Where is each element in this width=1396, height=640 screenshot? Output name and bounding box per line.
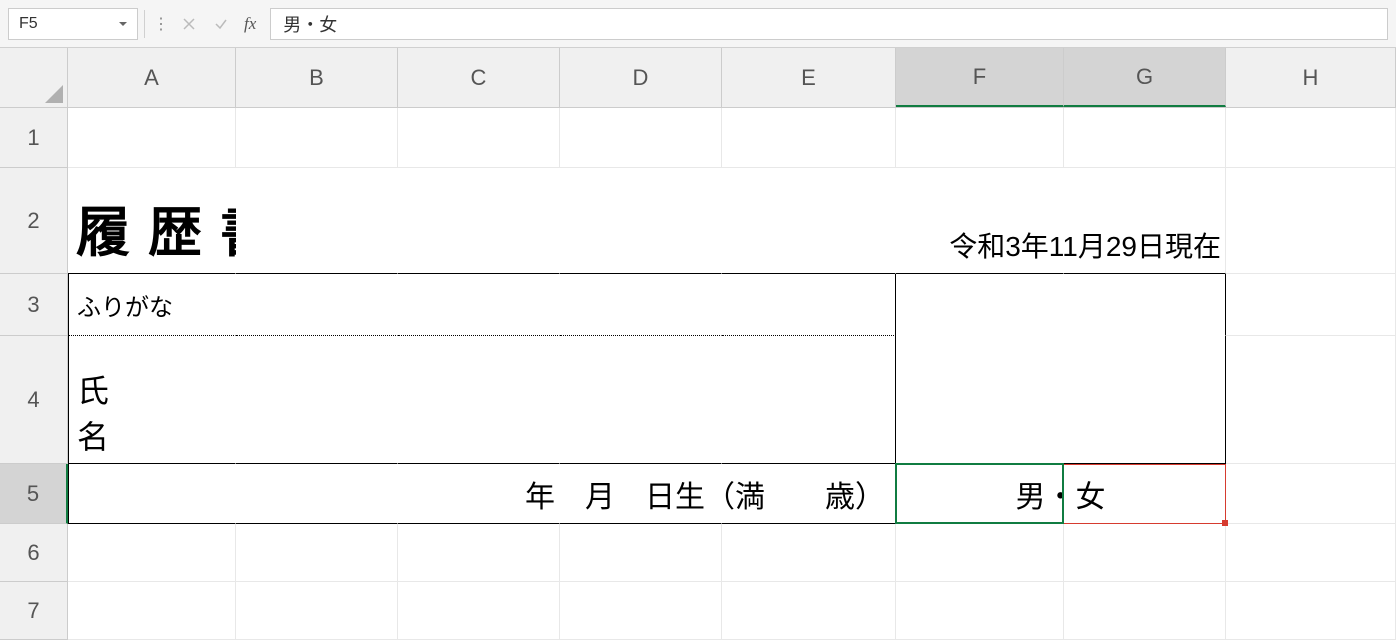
cell-C7[interactable] [398,582,560,640]
cell-F1[interactable] [896,108,1064,168]
cell-G6[interactable] [1064,524,1226,582]
cell-E5[interactable]: 年 月 日生（満 歳） [722,464,896,524]
col-header-E[interactable]: E [722,48,896,107]
cell-F3[interactable] [896,274,1064,336]
cell-B5[interactable] [236,464,398,524]
cell-B4[interactable] [236,336,398,464]
row-header-6[interactable]: 6 [0,524,68,582]
cell-D7[interactable] [560,582,722,640]
cell-G2[interactable]: 令和3年11月29日現在 [1064,168,1226,274]
cell-H5[interactable] [1226,464,1396,524]
cell-A6[interactable] [68,524,236,582]
cell-B7[interactable] [236,582,398,640]
chevron-down-icon[interactable] [115,16,131,32]
cell-F7[interactable] [896,582,1064,640]
cell-H1[interactable] [1226,108,1396,168]
spreadsheet: A B C D E F G H 1 2 3 4 5 6 7 [0,48,1396,640]
col-header-C[interactable]: C [398,48,560,107]
date-text: 令和3年11月29日現在 [949,225,1221,265]
cell-G4[interactable] [1064,336,1226,464]
cell-A2[interactable]: 履歴書 [68,168,236,274]
cell-G3[interactable] [1064,274,1226,336]
cell-C4[interactable] [398,336,560,464]
cell-D6[interactable] [560,524,722,582]
row-header-7[interactable]: 7 [0,582,68,640]
cell-B3[interactable] [236,274,398,336]
cell-A7[interactable] [68,582,236,640]
cell-E6[interactable] [722,524,896,582]
row-header-3[interactable]: 3 [0,274,68,336]
cell-E2[interactable] [722,168,896,274]
dots-icon: ⋮ [151,14,170,34]
col-header-B[interactable]: B [236,48,398,107]
col-header-H[interactable]: H [1226,48,1396,107]
cell-B1[interactable] [236,108,398,168]
cell-F4[interactable] [896,336,1064,464]
cell-A4[interactable]: 氏 名 [68,336,236,464]
name-box[interactable]: F5 [8,8,138,40]
cancel-icon [176,11,202,37]
row-header-4[interactable]: 4 [0,336,68,464]
cell-H6[interactable] [1226,524,1396,582]
cell-D2[interactable] [560,168,722,274]
cell-C6[interactable] [398,524,560,582]
cell-G5[interactable]: 男・女 [1064,464,1226,524]
birth-text: 年 月 日生（満 歳） [525,472,885,516]
cell-G7[interactable] [1064,582,1226,640]
cell-B2[interactable] [236,168,398,274]
row-header-2[interactable]: 2 [0,168,68,274]
cell-H3[interactable] [1226,274,1396,336]
cell-F6[interactable] [896,524,1064,582]
gender-text: 男・女 [896,472,1225,516]
fx-icon[interactable]: fx [240,14,260,34]
cell-G1[interactable] [1064,108,1226,168]
formula-bar: F5 ⋮ fx 男・女 [0,0,1396,48]
shimei-label: 氏 名 [77,366,235,458]
row-header-5[interactable]: 5 [0,464,68,524]
select-all-corner[interactable] [0,48,68,107]
furigana-label: ふりがな [77,287,173,322]
cell-B6[interactable] [236,524,398,582]
cell-A3[interactable]: ふりがな [68,274,236,336]
name-box-value: F5 [19,15,38,33]
cell-A5[interactable] [68,464,236,524]
cell-C2[interactable] [398,168,560,274]
cell-D1[interactable] [560,108,722,168]
cells-grid[interactable]: 履歴書 令和3年11月29日現在 ふりがな [68,108,1396,640]
cell-C1[interactable] [398,108,560,168]
check-icon [208,11,234,37]
cell-H4[interactable] [1226,336,1396,464]
col-header-G[interactable]: G [1064,48,1226,107]
col-header-A[interactable]: A [68,48,236,107]
cell-H2[interactable] [1226,168,1396,274]
cell-E1[interactable] [722,108,896,168]
row-headers: 1 2 3 4 5 6 7 [0,108,68,640]
formula-input[interactable]: 男・女 [270,8,1388,40]
formula-value: 男・女 [283,11,337,37]
cell-D4[interactable] [560,336,722,464]
cell-E3[interactable] [722,274,896,336]
cell-C3[interactable] [398,274,560,336]
cell-E7[interactable] [722,582,896,640]
column-headers: A B C D E F G H [0,48,1396,108]
cell-A1[interactable] [68,108,236,168]
divider [144,10,145,38]
row-header-1[interactable]: 1 [0,108,68,168]
cell-H7[interactable] [1226,582,1396,640]
cell-D3[interactable] [560,274,722,336]
col-header-D[interactable]: D [560,48,722,107]
col-header-F[interactable]: F [896,48,1064,107]
cell-E4[interactable] [722,336,896,464]
